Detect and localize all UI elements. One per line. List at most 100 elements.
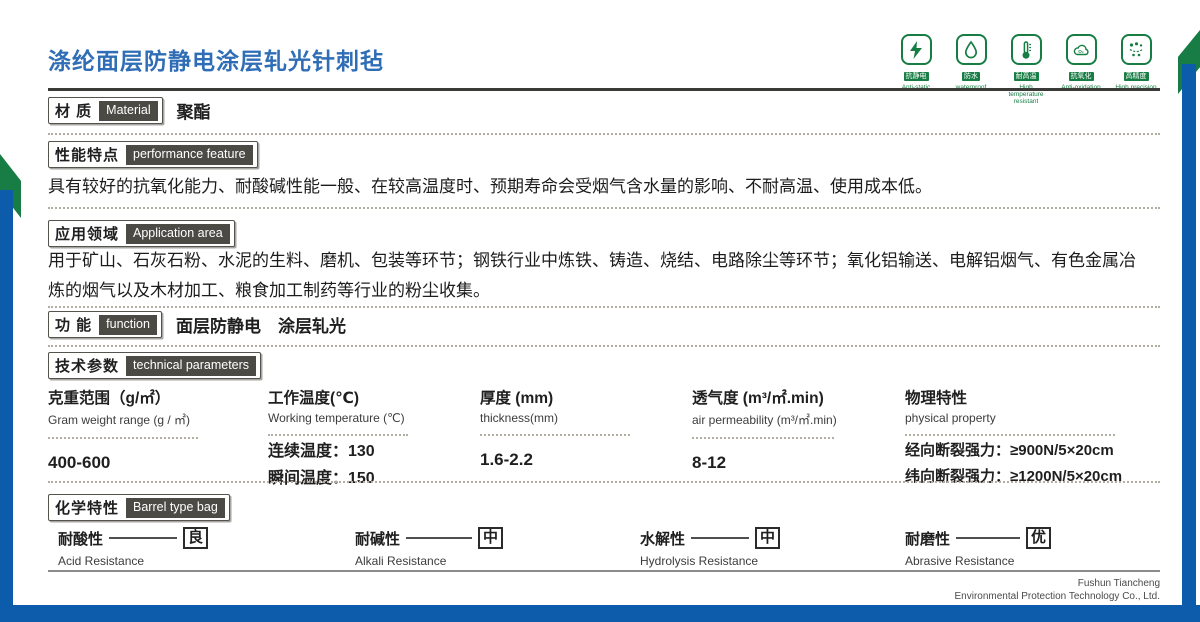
section-separator bbox=[48, 207, 1160, 209]
parameter-value: 8-12 bbox=[692, 453, 905, 473]
icon-label-zh: 防水 bbox=[962, 72, 980, 81]
feature-high-temperature: 耐高温 High temperature resistant bbox=[1004, 34, 1048, 105]
section-label-performance: 性能特点 performance feature bbox=[48, 141, 258, 168]
chemical-item-hydrolysis: 水解性 中 Hydrolysis Resistance bbox=[640, 527, 780, 568]
section-label-zh: 应用领域 bbox=[55, 223, 119, 244]
material-value: 聚酯 bbox=[177, 98, 211, 123]
parameter-column-physical-property: 物理特性 physical property 经向断裂强力：≥900N/5×20… bbox=[905, 386, 1160, 490]
page-title: 涤纶面层防静电涂层轧光针刺毡 bbox=[48, 42, 384, 76]
icon-label-zh: 高精度 bbox=[1124, 72, 1149, 81]
svg-text:O₂: O₂ bbox=[1078, 49, 1084, 54]
right-accent-band bbox=[1182, 64, 1196, 609]
water-drop-icon bbox=[956, 34, 987, 65]
feature-high-precision: 高精度 High precision bbox=[1114, 34, 1158, 105]
parameter-value: 经向断裂强力：≥900N/5×20cm bbox=[905, 440, 1160, 462]
chemical-name-en: Abrasive Resistance bbox=[905, 554, 1051, 568]
parameter-divider bbox=[268, 434, 408, 436]
grade-badge: 中 bbox=[478, 527, 503, 549]
left-accent-band bbox=[0, 190, 13, 606]
parameter-column-gram-weight: 克重范围（g/㎡） Gram weight range (g / ㎡) 400-… bbox=[48, 386, 268, 490]
section-label-zh: 材 质 bbox=[55, 100, 92, 121]
product-spec-page: 涤纶面层防静电涂层轧光针刺毡 抗静电 Anti-static 防水 waterp… bbox=[0, 0, 1200, 622]
feature-waterproof: 防水 waterproof bbox=[949, 34, 993, 105]
performance-text: 具有较好的抗氧化能力、耐酸碱性能一般、在较高温度时、预期寿命会受烟气含水量的影响… bbox=[48, 172, 1152, 202]
cloud-o2-icon: O₂ bbox=[1066, 34, 1097, 65]
section-label-zh: 化学特性 bbox=[55, 497, 119, 518]
function-row: 功 能 function 面层防静电 涂层轧光 bbox=[48, 311, 346, 338]
footer-line1: Fushun Tiancheng bbox=[955, 577, 1161, 590]
parameter-value: 连续温度：130 bbox=[268, 440, 480, 463]
chemical-item-abrasive: 耐磨性 优 Abrasive Resistance bbox=[905, 527, 1051, 568]
feature-anti-oxidation: O₂ 抗氧化 Anti-oxidation bbox=[1059, 34, 1103, 105]
section-label-en-badge: technical parameters bbox=[126, 356, 256, 376]
parameter-divider bbox=[48, 437, 198, 439]
lightning-icon bbox=[901, 34, 932, 65]
parameter-value: 400-600 bbox=[48, 453, 268, 473]
icon-label-zh: 抗氧化 bbox=[1069, 72, 1094, 81]
technical-row: 技术参数 technical parameters bbox=[48, 352, 261, 379]
grade-badge: 中 bbox=[755, 527, 780, 549]
connector-line bbox=[406, 537, 472, 539]
section-label-en-badge: function bbox=[99, 315, 157, 335]
section-label-en-badge: Barrel type bag bbox=[126, 498, 225, 518]
thermometer-icon bbox=[1011, 34, 1042, 65]
icon-label-zh: 抗静电 bbox=[904, 72, 929, 81]
feature-anti-static: 抗静电 Anti-static bbox=[894, 34, 938, 105]
chemical-row: 化学特性 Barrel type bag bbox=[48, 494, 230, 521]
chemical-name-zh: 水解性 bbox=[640, 528, 685, 549]
section-separator bbox=[48, 306, 1160, 308]
footer-divider bbox=[48, 570, 1160, 572]
section-separator bbox=[48, 345, 1160, 347]
feature-icon-group: 抗静电 Anti-static 防水 waterproof bbox=[894, 34, 1158, 105]
section-label-zh: 技术参数 bbox=[55, 355, 119, 376]
parameter-name-en: Working temperature (℃) bbox=[268, 411, 480, 425]
connector-line bbox=[691, 537, 749, 539]
parameter-divider bbox=[480, 434, 630, 436]
chemical-name-en: Hydrolysis Resistance bbox=[640, 554, 780, 568]
parameter-value: 1.6-2.2 bbox=[480, 450, 692, 470]
chemical-name-zh: 耐碱性 bbox=[355, 528, 400, 549]
parameters-table: 克重范围（g/㎡） Gram weight range (g / ㎡) 400-… bbox=[48, 386, 1160, 490]
parameter-column-thickness: 厚度 (mm) thickness(mm) 1.6-2.2 bbox=[480, 386, 692, 490]
parameter-name-zh: 工作温度(℃) bbox=[268, 386, 480, 408]
parameter-divider bbox=[692, 437, 834, 439]
parameter-divider bbox=[905, 434, 1115, 436]
grade-badge: 优 bbox=[1026, 527, 1051, 549]
title-rule bbox=[48, 88, 1160, 91]
section-label-en-badge: performance feature bbox=[126, 145, 253, 165]
application-text: 用于矿山、石灰石粉、水泥的生料、磨机、包装等环节；钢铁行业中炼铁、铸造、烧结、电… bbox=[48, 246, 1152, 306]
chemical-name-en: Alkali Resistance bbox=[355, 554, 503, 568]
parameter-name-zh: 透气度 (m³/㎡.min) bbox=[692, 386, 905, 408]
section-label-en-badge: Application area bbox=[126, 224, 230, 244]
footer-line2: Environmental Protection Technology Co.,… bbox=[955, 590, 1161, 603]
section-label-function: 功 能 function bbox=[48, 311, 162, 338]
chemical-name-en: Acid Resistance bbox=[58, 554, 208, 568]
connector-line bbox=[956, 537, 1020, 539]
section-label-zh: 功 能 bbox=[55, 314, 92, 335]
parameter-name-en: thickness(mm) bbox=[480, 411, 692, 425]
chemical-item-acid: 耐酸性 良 Acid Resistance bbox=[58, 527, 208, 568]
function-value: 面层防静电 涂层轧光 bbox=[176, 312, 346, 337]
connector-line bbox=[109, 537, 177, 539]
chemical-name-zh: 耐磨性 bbox=[905, 528, 950, 549]
section-separator bbox=[48, 133, 1160, 135]
parameter-name-en: air permeability (m³/㎡.min) bbox=[692, 411, 905, 428]
parameter-value: 纬向断裂强力：≥1200N/5×20cm bbox=[905, 466, 1160, 488]
section-label-en-badge: Material bbox=[99, 101, 157, 121]
parameter-name-zh: 厚度 (mm) bbox=[480, 386, 692, 408]
chemical-name-zh: 耐酸性 bbox=[58, 528, 103, 549]
application-row: 应用领域 Application area bbox=[48, 220, 235, 247]
grade-badge: 良 bbox=[183, 527, 208, 549]
parameter-column-air-permeability: 透气度 (m³/㎡.min) air permeability (m³/㎡.mi… bbox=[692, 386, 905, 490]
precision-dots-icon bbox=[1121, 34, 1152, 65]
section-separator bbox=[48, 481, 1160, 483]
material-row: 材 质 Material 聚酯 bbox=[48, 97, 211, 124]
parameter-name-zh: 物理特性 bbox=[905, 386, 1160, 408]
parameter-column-working-temperature: 工作温度(℃) Working temperature (℃) 连续温度：130… bbox=[268, 386, 480, 490]
parameter-name-en: physical property bbox=[905, 411, 1160, 425]
section-label-zh: 性能特点 bbox=[55, 144, 119, 165]
performance-row: 性能特点 performance feature bbox=[48, 141, 258, 168]
chemical-items: 耐酸性 良 Acid Resistance 耐碱性 中 Alkali Resis… bbox=[48, 527, 1160, 573]
section-label-chemical: 化学特性 Barrel type bag bbox=[48, 494, 230, 521]
icon-label-zh: 耐高温 bbox=[1014, 72, 1039, 81]
